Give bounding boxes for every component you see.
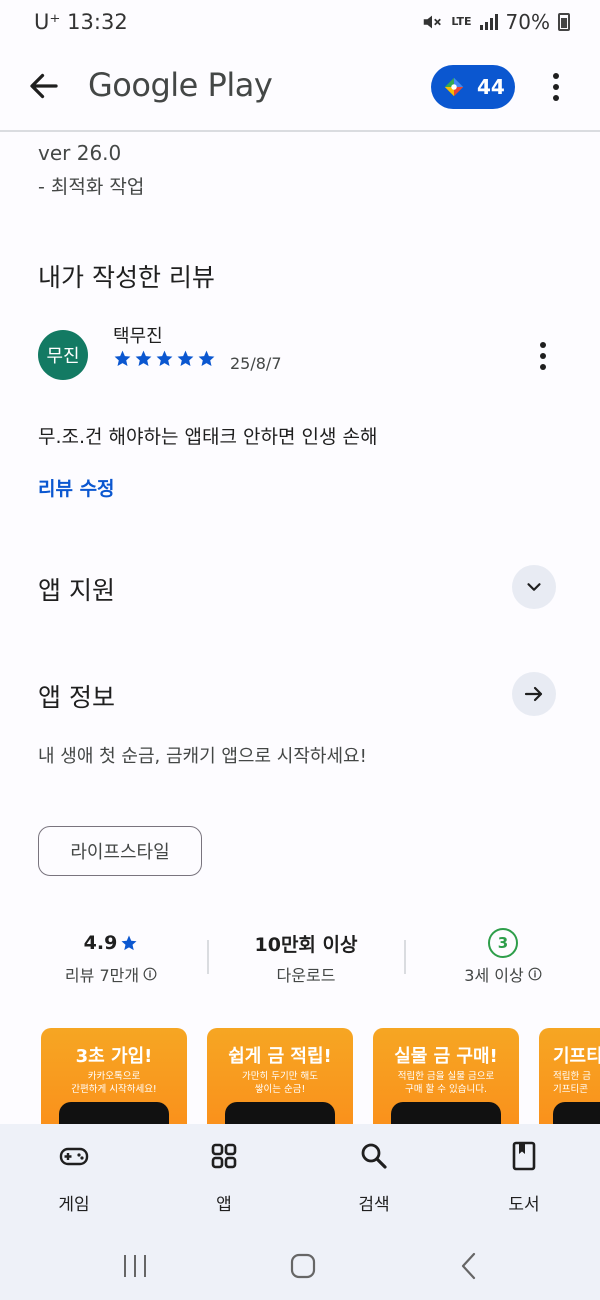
screenshot-title: 기프티 [553,1046,600,1067]
app-title: Google Play [88,66,273,104]
search-icon [361,1143,387,1169]
avatar: 무진 [38,330,88,380]
gamepad-icon [59,1147,89,1166]
star-icon [198,350,215,367]
star-icon [135,350,152,367]
downloads-label: 다운로드 [276,966,336,985]
system-nav-bar [0,1234,600,1300]
nav-item-search[interactable]: 검색 [324,1140,424,1215]
signal-icon [479,14,498,30]
stat-divider [404,940,406,974]
app-info-open-button[interactable] [512,672,556,716]
app-support-expand-button[interactable] [512,565,556,609]
rating-value: 4.9 [83,932,118,954]
rating-stat: 4.9 리뷰 7만개 [28,928,194,986]
book-icon [512,1141,536,1171]
screenshot-title: 실물 금 구매! [394,1046,498,1067]
back-nav-icon[interactable] [452,1248,488,1284]
play-points-icon [444,77,464,97]
info-icon[interactable] [528,967,542,981]
chevron-down-icon [527,583,541,591]
points-count: 44 [477,75,505,99]
app-info-title[interactable]: 앱 정보 [38,678,115,714]
stat-divider [207,940,209,974]
my-review-title: 내가 작성한 리뷰 [38,263,215,292]
carrier: U⁺ [34,10,61,34]
battery-icon [558,13,570,31]
age-rating-badge: 3 [488,928,518,958]
star-icon [156,350,173,367]
category-chip[interactable]: 라이프스타일 [38,826,202,876]
star-icon [177,350,194,367]
edit-review-link[interactable]: 리뷰 수정 [38,474,115,501]
back-arrow-icon[interactable] [26,68,62,104]
review-stars [113,349,216,368]
network-type: LTE [451,15,472,28]
screenshot-subtitle: 가만히 두기만 해도 쌓이는 순금! [242,1071,318,1095]
star-icon [121,935,137,951]
star-icon [114,350,131,367]
nav-item-apps[interactable]: 앱 [174,1140,274,1215]
age-rating-label: 3세 이상 [464,966,524,985]
mute-icon [424,15,442,29]
status-bar: U⁺ 13:32 LTE 70% [0,0,600,46]
app-description: 내 생애 첫 순금, 금캐기 앱으로 시작하세요! [38,746,367,767]
nav-label: 게임 [58,1195,90,1215]
reviewer-name: 택무진 [113,326,163,347]
review-more-icon[interactable] [533,340,553,372]
downloads-value: 10만회 이상 [254,933,358,956]
nav-label: 도서 [508,1195,540,1215]
recent-apps-icon[interactable] [117,1248,153,1284]
app-bar: Google Play 44 [0,52,600,124]
reviews-count: 리뷰 7만개 [64,966,140,985]
screenshot-subtitle: 적립한 금 기프티콘 [553,1071,591,1095]
app-support-title[interactable]: 앱 지원 [38,571,115,607]
review-date: 25/8/7 [230,354,282,373]
update-note: - 최적화 작업 [38,176,145,198]
more-options-icon[interactable] [546,70,566,104]
nav-item-books[interactable]: 도서 [474,1140,574,1215]
status-right: LTE 70% [421,10,570,34]
nav-label: 검색 [358,1195,390,1215]
info-icon[interactable] [143,967,157,981]
age-rating-stat: 3 3세 이상 [420,928,586,986]
arrow-right-icon [524,686,543,702]
play-points-button[interactable]: 44 [431,65,515,109]
nav-label: 앱 [216,1195,232,1215]
status-left: U⁺ 13:32 [34,10,128,34]
clock: 13:32 [67,10,128,34]
screenshot-title: 쉽게 금 적립! [228,1046,332,1067]
app-bar-divider [0,130,600,132]
screenshot-subtitle: 카카오톡으로 간편하게 시작하세요! [71,1071,157,1095]
version-text: ver 26.0 [38,141,122,165]
downloads-stat: 10만회 이상 다운로드 [222,928,390,986]
home-icon[interactable] [285,1248,321,1284]
bottom-nav: 게임 앱 검색 도서 [0,1124,600,1234]
apps-grid-icon [211,1143,237,1169]
nav-item-games[interactable]: 게임 [24,1140,124,1215]
review-text: 무.조.건 해야하는 앱태크 안하면 인생 손해 [38,426,378,448]
screenshot-title: 3초 가입! [75,1046,153,1067]
battery-percent: 70% [505,10,550,34]
screenshot-subtitle: 적립한 금을 실물 금으로 구매 할 수 있습니다. [397,1071,495,1095]
